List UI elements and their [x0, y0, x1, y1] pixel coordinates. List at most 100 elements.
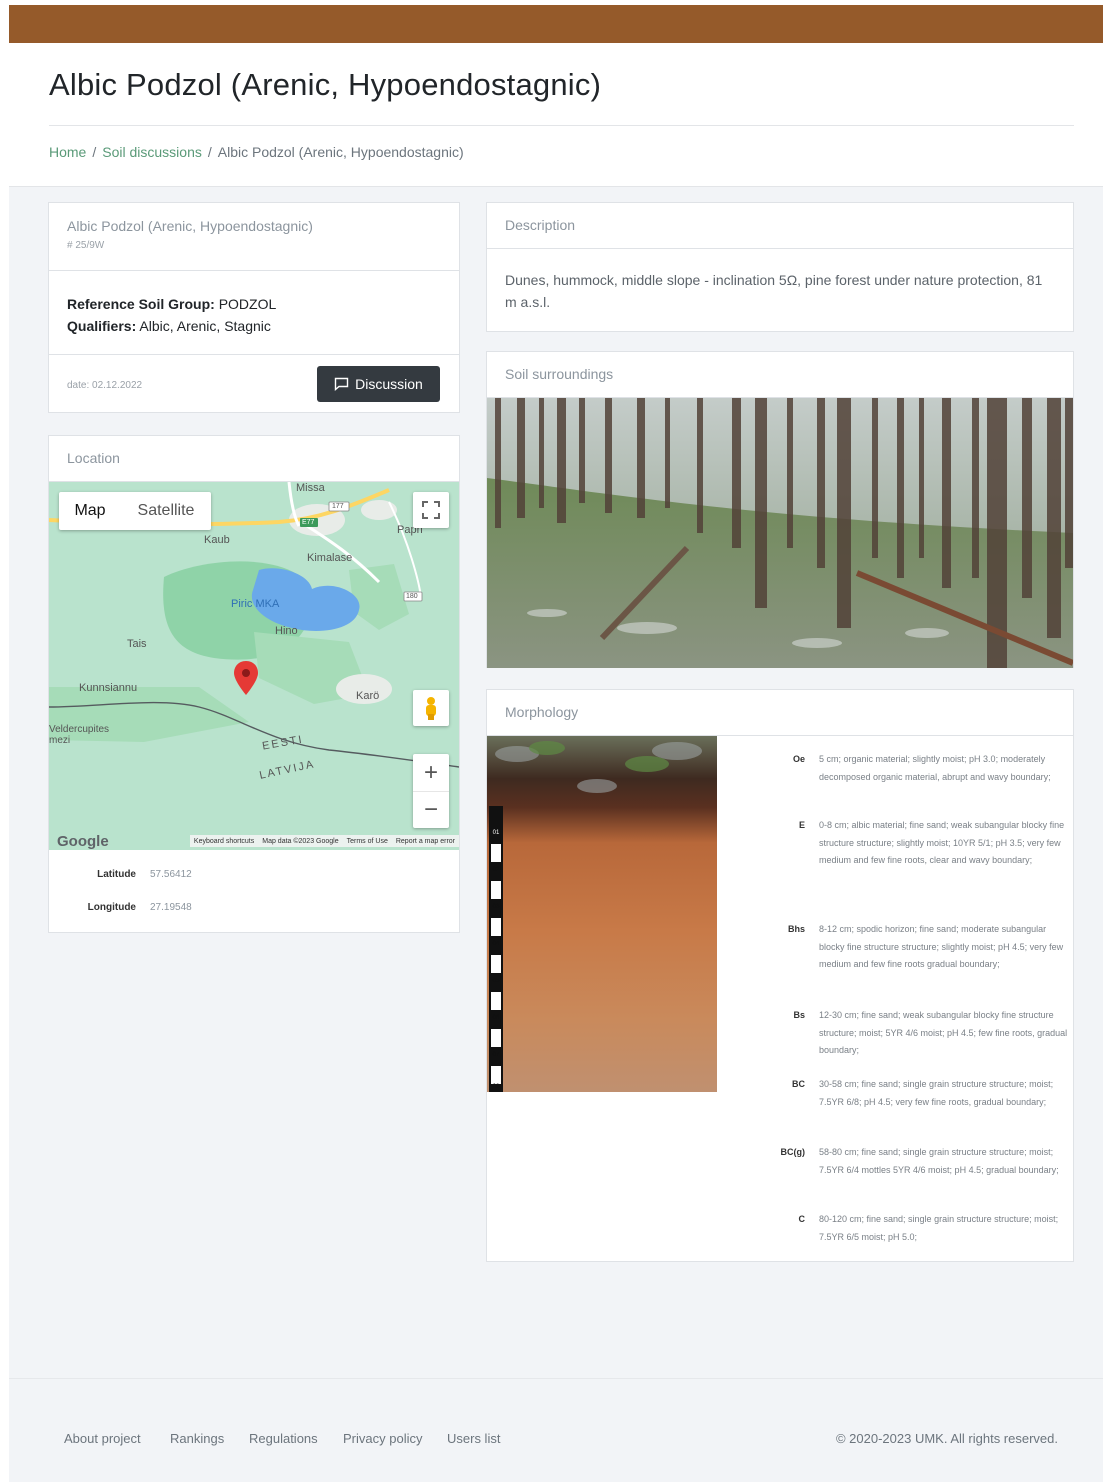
satellite-tab[interactable]: Satellite	[121, 492, 211, 530]
map-label: Kaub	[204, 534, 230, 546]
map-label: Missa	[296, 482, 325, 494]
surroundings-card-header: Soil surroundings	[487, 352, 1073, 398]
breadcrumb-current: Albic Podzol (Arenic, Hypoendostagnic)	[217, 144, 464, 160]
description-text: Dunes, hummock, middle slope - inclinati…	[505, 272, 1043, 310]
horizon-row: Oe 5 cm; organic material; slightly mois…	[729, 751, 1074, 807]
surroundings-card: Soil surroundings	[486, 351, 1074, 668]
footer-link-regulations[interactable]: Regulations	[249, 1431, 318, 1446]
horizon-code: BC(g)	[780, 1147, 806, 1157]
horizon-row: C 80-120 cm; fine sand; single grain str…	[729, 1211, 1074, 1251]
scale-mark: 05	[493, 978, 500, 984]
footer-link-about[interactable]: About project	[64, 1431, 141, 1446]
street-view-button[interactable]	[413, 690, 449, 726]
location-marker-icon[interactable]	[233, 660, 259, 696]
road-label: 180	[406, 593, 418, 600]
scale-mark: 06	[493, 1015, 500, 1021]
terms-link[interactable]: Terms of Use	[343, 838, 392, 845]
zoom-in-button[interactable]: +	[413, 754, 449, 791]
breadcrumb-separator: /	[92, 144, 97, 160]
scale-mark: 08	[493, 1084, 500, 1090]
qualifiers-label: Qualifiers:	[67, 318, 137, 334]
horizon-code: BC	[792, 1079, 805, 1089]
longitude-label: Longitude	[87, 902, 136, 913]
profile-id: # 25/9W	[67, 240, 105, 251]
description-card-header: Description	[487, 203, 1073, 249]
discussion-button[interactable]: Discussion	[317, 366, 440, 402]
horizon-row: Bs 12-30 cm; fine sand; weak subangular …	[729, 1007, 1074, 1063]
horizon-text: 80-120 cm; fine sand; single grain struc…	[819, 1214, 1059, 1242]
longitude-row: Longitude 27.19548	[49, 902, 461, 916]
top-brand-bar	[9, 5, 1103, 43]
fullscreen-button[interactable]	[413, 492, 449, 528]
chat-icon	[334, 377, 349, 391]
horizon-row: BC(g) 58-80 cm; fine sand; single grain …	[729, 1144, 1074, 1200]
map-label: Piric MKA	[231, 598, 280, 610]
map-label: Hino	[275, 625, 298, 637]
latitude-row: Latitude 57.56412	[49, 869, 461, 883]
breadcrumb: Home / Soil discussions / Albic Podzol (Aren…	[49, 144, 464, 160]
profile-date: date: 02.12.2022	[67, 380, 143, 391]
page-header: Albic Podzol (Arenic, Hypoendostagnic) H…	[9, 43, 1103, 186]
qualifiers-value: Albic, Arenic, Stagnic	[139, 318, 271, 334]
horizon-text: 0-8 cm; albic material; fine sand; weak …	[819, 820, 1065, 865]
map-label: Kimalase	[307, 552, 353, 564]
breadcrumb-home[interactable]: Home	[49, 144, 86, 160]
scale-mark: 02	[493, 867, 500, 873]
scale-mark: 07	[493, 1052, 500, 1058]
horizon-text: 30-58 cm; fine sand; single grain struct…	[819, 1079, 1054, 1107]
location-map[interactable]: Missa Papri Kaub Kimalase Piric MKA Hino…	[49, 482, 459, 850]
horizon-code: Oe	[792, 754, 805, 764]
horizon-code: E	[798, 820, 805, 830]
footer-link-rankings[interactable]: Rankings	[170, 1431, 224, 1446]
scale-mark: 01	[493, 830, 500, 836]
map-label: Karö	[356, 690, 380, 702]
horizon-text: 5 cm; organic material; slightly moist; …	[819, 754, 1051, 782]
google-logo: Google	[57, 832, 109, 850]
header-divider	[49, 125, 1074, 126]
footer-link-privacy[interactable]: Privacy policy	[343, 1431, 422, 1446]
breadcrumb-soil-discussions[interactable]: Soil discussions	[102, 144, 202, 160]
discussion-button-label: Discussion	[355, 376, 423, 392]
pegman-icon	[426, 697, 436, 720]
map-tab[interactable]: Map	[59, 492, 121, 530]
surroundings-photo	[487, 398, 1073, 668]
longitude-value: 27.19548	[150, 902, 192, 913]
horizon-row: E 0-8 cm; albic material; fine sand; wea…	[729, 817, 1074, 907]
latitude-label: Latitude	[97, 869, 136, 880]
report-map-error-link[interactable]: Report a map error	[392, 838, 459, 845]
zoom-out-button[interactable]: −	[413, 791, 449, 829]
horizon-text: 58-80 cm; fine sand; single grain struct…	[819, 1147, 1059, 1175]
profile-name: Albic Podzol (Arenic, Hypoendostagnic)	[67, 218, 313, 234]
footer-link-users[interactable]: Users list	[447, 1431, 500, 1446]
profile-card-header: Albic Podzol (Arenic, Hypoendostagnic) #…	[49, 203, 459, 271]
rsg-value: PODZOL	[218, 296, 277, 312]
horizon-row: Bhs 8-12 cm; spodic horizon; fine sand; …	[729, 921, 1074, 993]
rsg-label: Reference Soil Group:	[67, 296, 215, 312]
keyboard-shortcuts-link[interactable]: Keyboard shortcuts	[190, 838, 258, 845]
profile-card: Albic Podzol (Arenic, Hypoendostagnic) #…	[48, 202, 460, 413]
scale-mark: 03	[493, 904, 500, 910]
main-content: Albic Podzol (Arenic, Hypoendostagnic) #…	[9, 186, 1103, 1379]
location-card: Location Missa Papri Kaub Kimalase Piric…	[48, 435, 460, 933]
map-data-text: Map data ©2023 Google	[262, 837, 339, 845]
horizon-row: BC 30-58 cm; fine sand; single grain str…	[729, 1076, 1074, 1132]
description-card: Description Dunes, hummock, middle slope…	[486, 202, 1074, 332]
location-card-header: Location	[49, 436, 459, 482]
page-title: Albic Podzol (Arenic, Hypoendostagnic)	[49, 67, 602, 102]
horizon-code: Bs	[793, 1010, 805, 1020]
map-label: Tais	[127, 638, 147, 650]
morphology-card-header: Morphology	[487, 690, 1073, 736]
soil-profile-photo: 01 02 03 04 05 06 07 08	[487, 736, 717, 1092]
map-type-control: Map Satellite	[59, 492, 211, 530]
copyright-text: © 2020-2023 UMK. All rights reserved.	[835, 1431, 1058, 1446]
road-label: E77	[302, 519, 315, 526]
latitude-value: 57.56412	[150, 869, 192, 880]
attribution-links: Keyboard shortcuts Map data ©2023 Google…	[189, 835, 459, 847]
profile-classification: Reference Soil Group: PODZOL Qualifiers:…	[49, 271, 459, 355]
breadcrumb-separator: /	[207, 144, 212, 160]
horizon-text: 8-12 cm; spodic horizon; fine sand; mode…	[819, 924, 1064, 969]
horizon-code: C	[798, 1214, 806, 1224]
scale-mark: 04	[493, 941, 500, 947]
page-footer: About project Rankings Regulations Priva…	[9, 1378, 1103, 1482]
zoom-control: + −	[413, 754, 449, 828]
